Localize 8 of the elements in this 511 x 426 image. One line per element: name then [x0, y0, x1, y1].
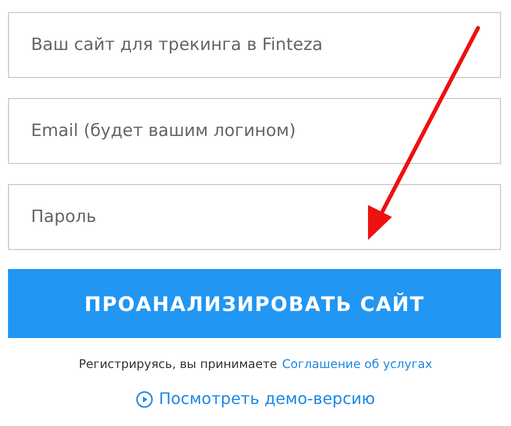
submit-button[interactable]: ПРОАНАЛИЗИРОВАТЬ САЙТ [8, 269, 501, 338]
terms-text: Регистрируясь, вы принимаете [78, 356, 278, 373]
input-field[interactable]: Ваш сайт для трекинга в Finteza [8, 12, 501, 78]
terms-link[interactable]: Соглашение об услугах [282, 355, 432, 373]
demo-link[interactable]: Посмотреть демо-версию [136, 387, 376, 411]
input-field[interactable]: Пароль [8, 184, 501, 250]
play-icon [136, 390, 153, 408]
input-field[interactable]: Email (будет вашим логином) [8, 98, 501, 164]
